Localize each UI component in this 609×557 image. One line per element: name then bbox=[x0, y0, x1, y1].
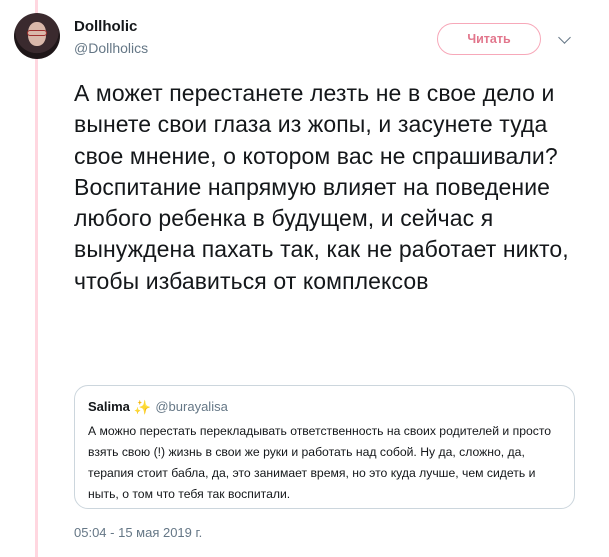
sparkles-icon: ✨ bbox=[133, 399, 152, 415]
tweet-timestamp[interactable]: 05:04 - 15 мая 2019 г. bbox=[74, 525, 202, 540]
author-name[interactable]: Dollholic bbox=[74, 18, 137, 35]
quoted-author-handle: @burayalisa bbox=[155, 399, 228, 414]
avatar[interactable] bbox=[14, 13, 60, 59]
thread-line bbox=[35, 0, 38, 557]
quoted-tweet-header: Salima ✨ @burayalisa bbox=[88, 398, 562, 416]
tweet-text: А может перестанете лезть не в свое дело… bbox=[74, 80, 569, 294]
author-handle[interactable]: @Dollholics bbox=[74, 40, 148, 56]
chevron-down-icon[interactable] bbox=[558, 31, 571, 44]
avatar-glasses bbox=[27, 30, 47, 36]
quoted-author-name: Salima bbox=[88, 399, 130, 414]
follow-button[interactable]: Читать bbox=[437, 23, 541, 55]
quoted-tweet-text: А можно перестать перекладывать ответств… bbox=[88, 424, 552, 501]
quoted-tweet[interactable]: Salima ✨ @burayalisa А можно перестать п… bbox=[74, 385, 575, 509]
